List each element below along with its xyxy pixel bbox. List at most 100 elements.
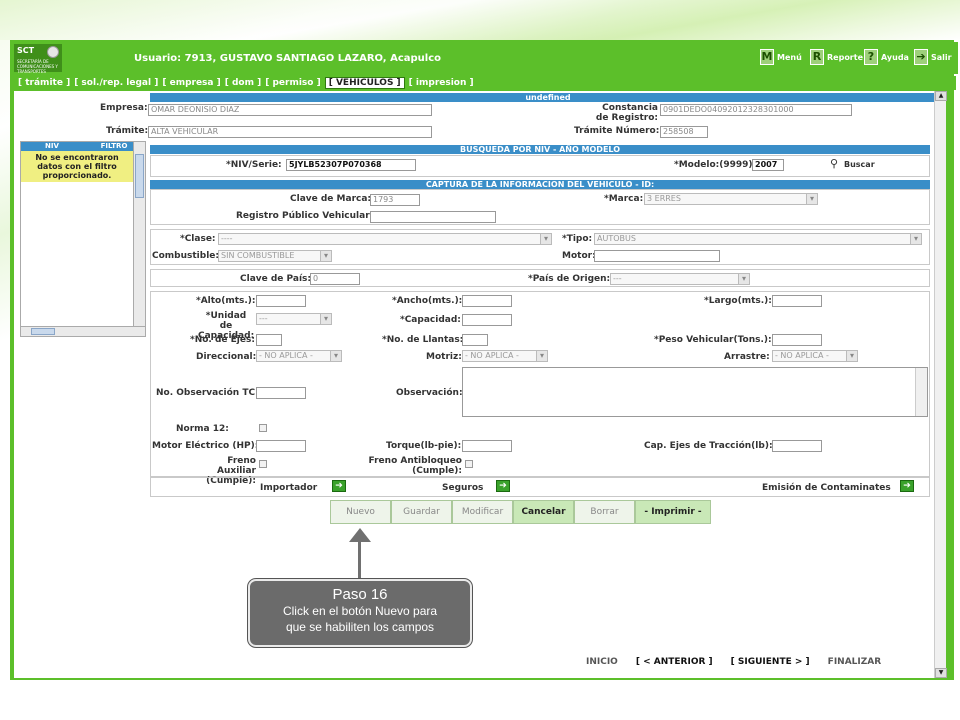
clave-pais-label: Clave de País: [240, 274, 312, 284]
emision-arrow-button[interactable]: ➔ [900, 480, 914, 492]
tab-vehiculos[interactable]: [ VEHICULOS ] [324, 77, 405, 89]
tipo-select[interactable]: AUTOBUS [594, 233, 922, 245]
callout-line-2: que se habiliten los campos [285, 620, 435, 634]
peso-field[interactable] [772, 334, 822, 346]
clase-select[interactable]: ---- [218, 233, 552, 245]
motriz-select[interactable]: - NO APLICA - [462, 350, 548, 362]
clase-label: *Clase: [180, 234, 216, 244]
undefined-bar: undefined [150, 93, 946, 102]
combustible-label: Combustible: [152, 251, 219, 261]
tutorial-callout: Paso 16 Click en el botón Nuevo para que… [248, 579, 472, 647]
niv-list-vscrollbar[interactable] [133, 142, 145, 326]
niv-list-hscrollbar[interactable] [21, 326, 145, 336]
arrastre-select[interactable]: - NO APLICA - [772, 350, 858, 362]
seguros-label: Seguros [442, 483, 484, 493]
busqueda-section-title: BUSQUEDA POR NIV - AÑO MODELO [150, 145, 930, 154]
alto-label: *Alto(mts.): [196, 296, 256, 306]
alto-field[interactable] [256, 295, 306, 307]
motor-field[interactable] [594, 250, 720, 262]
tab-sol-rep-legal[interactable]: [ sol./rep. legal ] [74, 78, 158, 88]
borrar-button[interactable]: Borrar [574, 500, 635, 524]
nuevo-button[interactable]: Nuevo [330, 500, 391, 524]
empresa-label: Empresa: [100, 103, 148, 113]
torque-field[interactable] [462, 440, 512, 452]
registro-publico-field[interactable] [370, 211, 496, 223]
pais-origen-select[interactable]: --- [610, 273, 750, 285]
motor-label: Motor: [562, 251, 596, 261]
tramite-field[interactable]: ALTA VEHICULAR [148, 126, 432, 138]
scroll-up-icon[interactable]: ▲ [935, 91, 947, 101]
constancia-field[interactable]: 0901DEDO04092012328301000 [660, 104, 852, 116]
empresa-field[interactable]: OMAR DEONISIO DIAZ [148, 104, 432, 116]
tab-bar: [ trámite ] [ sol./rep. legal ] [ empres… [14, 76, 956, 90]
seguros-arrow-button[interactable]: ➔ [496, 480, 510, 492]
no-results-message: No se encontraron datos con el filtro pr… [21, 151, 133, 182]
menu-button[interactable]: M Menú [760, 48, 802, 66]
importador-arrow-button[interactable]: ➔ [332, 480, 346, 492]
anterior-link[interactable]: [ < ANTERIOR ] [636, 657, 713, 667]
imprimir-button[interactable]: - Imprimir - [635, 500, 711, 524]
capacidad-label: *Capacidad: [400, 315, 461, 325]
help-button[interactable]: ? Ayuda [864, 48, 909, 66]
norma-12-checkbox[interactable] [259, 424, 267, 432]
ancho-field[interactable] [462, 295, 512, 307]
modelo-input[interactable]: 2007 [752, 159, 784, 171]
clave-pais-field[interactable]: 0 [310, 273, 360, 285]
largo-field[interactable] [772, 295, 822, 307]
unidad-capacidad-select[interactable]: --- [256, 313, 332, 325]
clave-marca-field[interactable]: 1793 [370, 194, 420, 206]
capacidad-field[interactable] [462, 314, 512, 326]
peso-label: *Peso Vehicular(Tons.): [654, 335, 772, 345]
captura-section-title: CAPTURA DE LA INFORMACION DEL VEHICULO -… [150, 180, 930, 189]
app-header: SCT SECRETARÍA DE COMUNICACIONES Y TRANS… [12, 42, 958, 74]
observacion-textarea[interactable] [462, 367, 928, 417]
observacion-tc-label: No. Observación TC: [156, 388, 259, 398]
inicio-link[interactable]: INICIO [586, 657, 618, 667]
menu-icon: M [760, 49, 774, 65]
freno-auxiliar-checkbox[interactable] [259, 460, 267, 468]
seal-icon [47, 46, 59, 58]
niv-list-header: NIV FILTRO [21, 142, 145, 151]
pais-origen-label: *País de Origen: [528, 274, 611, 284]
importador-label: Importador [260, 483, 318, 493]
cap-ejes-traccion-field[interactable] [772, 440, 822, 452]
main-vscrollbar[interactable]: ▲ ▼ [934, 91, 947, 678]
scroll-down-icon[interactable]: ▼ [935, 668, 947, 678]
llantas-field[interactable] [462, 334, 488, 346]
callout-line-1: Click en el botón Nuevo para [282, 604, 438, 618]
search-icon[interactable]: ⚲ [830, 157, 838, 170]
action-bar: Nuevo Guardar Modificar Cancelar Borrar … [330, 500, 711, 524]
ejes-field[interactable] [256, 334, 282, 346]
tramite-numero-field[interactable]: 258508 [660, 126, 708, 138]
finalizar-link[interactable]: FINALIZAR [828, 657, 882, 667]
observacion-tc-field[interactable] [256, 387, 306, 399]
combustible-select[interactable]: SIN COMBUSTIBLE [218, 250, 332, 262]
logo-text: SCT [17, 46, 35, 55]
largo-label: *Largo(mts.): [704, 296, 772, 306]
tab-permiso[interactable]: [ permiso ] [265, 78, 320, 88]
tab-dom[interactable]: [ dom ] [225, 78, 262, 88]
guardar-button[interactable]: Guardar [391, 500, 452, 524]
constancia-label: Constancia de Registro: [595, 103, 658, 123]
exit-arrow-icon: ➔ [914, 49, 928, 65]
motor-electrico-field[interactable] [256, 440, 306, 452]
ancho-label: *Ancho(mts.): [392, 296, 463, 306]
motriz-label: Motriz: [426, 352, 462, 362]
direccional-select[interactable]: - NO APLICA - [256, 350, 342, 362]
buscar-button[interactable]: Buscar [844, 160, 875, 169]
cancelar-button[interactable]: Cancelar [513, 500, 574, 524]
motor-electrico-label: Motor Eléctrico (HP): [152, 441, 259, 451]
niv-label: *NIV/Serie: [226, 160, 282, 170]
clave-marca-label: Clave de Marca: [290, 194, 372, 204]
siguiente-link[interactable]: [ SIGUIENTE > ] [731, 657, 810, 667]
tab-tramite[interactable]: [ trámite ] [18, 78, 70, 88]
freno-antibloqueo-checkbox[interactable] [465, 460, 473, 468]
main-content: undefined Empresa: OMAR DEONISIO DIAZ Tr… [14, 91, 947, 678]
modificar-button[interactable]: Modificar [452, 500, 513, 524]
exit-button[interactable]: ➔ Salir [914, 48, 952, 66]
report-button[interactable]: R Reporte [810, 48, 863, 66]
marca-select[interactable]: 3 ERRES [644, 193, 818, 205]
tab-impresion[interactable]: [ impresion ] [409, 78, 474, 88]
niv-input[interactable]: 5JYLB52307P070368 [286, 159, 416, 171]
tab-empresa[interactable]: [ empresa ] [162, 78, 220, 88]
